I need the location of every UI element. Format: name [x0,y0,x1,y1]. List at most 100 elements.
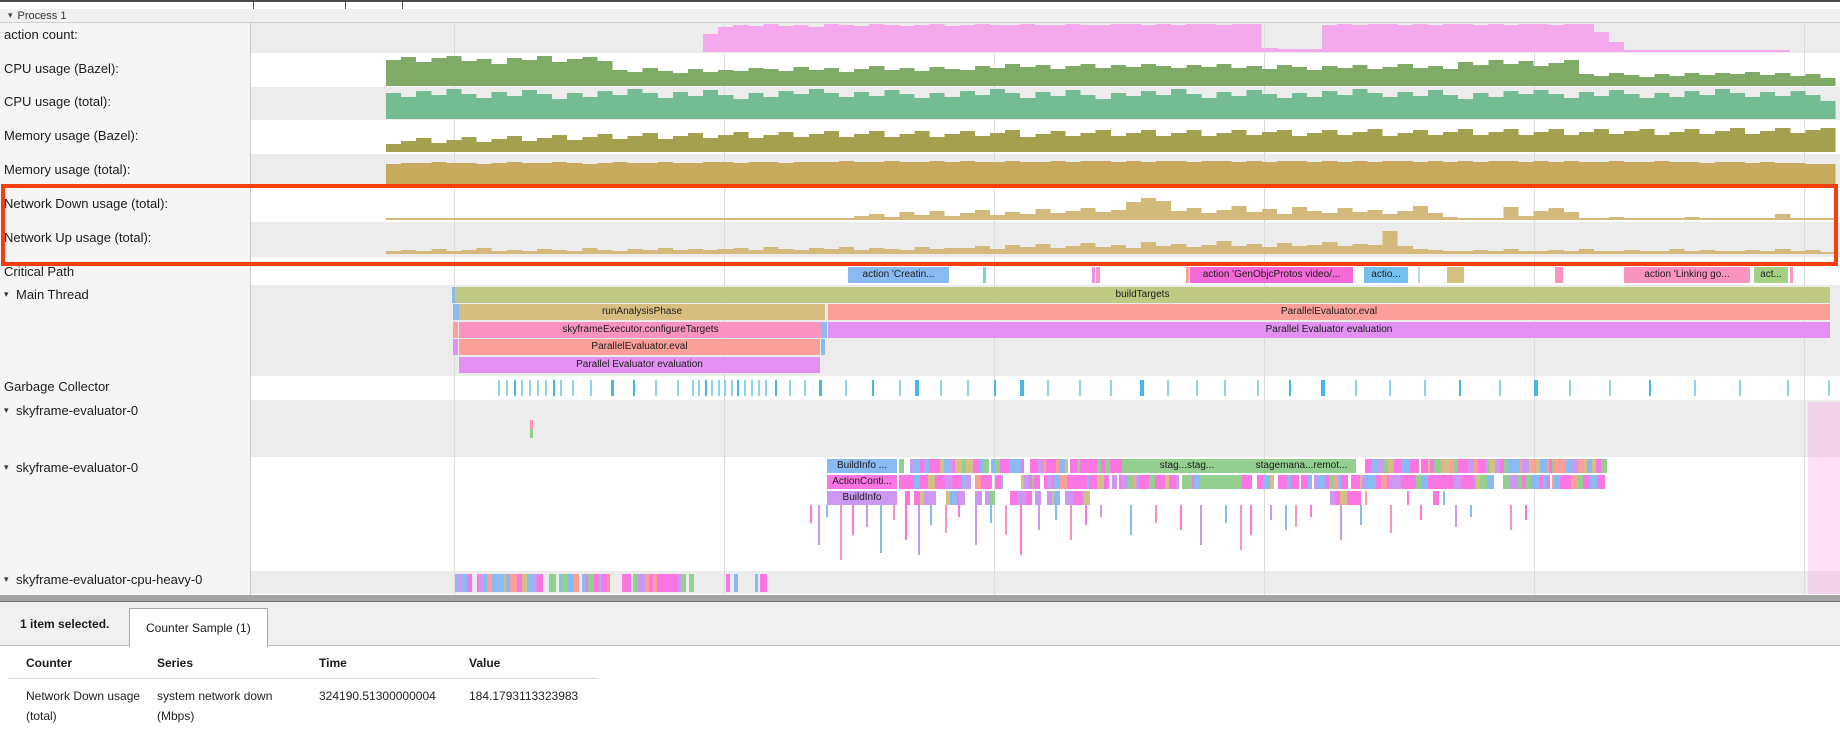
trace-slice[interactable] [987,475,992,489]
trace-slice[interactable] [1037,459,1044,473]
trace-slice[interactable] [1340,505,1342,540]
gc-slice[interactable] [698,380,700,396]
trace-slice[interactable] [1480,475,1487,489]
trace-slice[interactable] [453,322,458,338]
trace-slice[interactable] [983,459,989,473]
trace-slice[interactable] [1394,475,1401,489]
gc-slice[interactable] [560,380,562,396]
trace-slice[interactable] [1454,475,1461,489]
trace-slice[interactable] [1005,505,1007,535]
trace-slice[interactable] [930,491,936,505]
trace-slice[interactable] [1096,267,1100,283]
trace-slice[interactable] [1295,505,1297,527]
trace-slice[interactable] [1249,475,1252,489]
trace-slice[interactable] [1035,491,1041,505]
trace-slice[interactable] [1065,459,1068,473]
gc-slice[interactable] [1534,380,1538,396]
gc-slice[interactable] [872,380,874,396]
collapse-arrow-icon[interactable]: ▾ [4,574,16,585]
trace-slice[interactable] [1583,475,1590,489]
trace-slice[interactable] [1297,475,1299,489]
gc-slice[interactable] [967,380,969,396]
trace-slice[interactable] [840,505,842,560]
gc-slice[interactable] [718,380,720,396]
trace-slice[interactable]: Parallel Evaluator evaluation [459,357,820,373]
gc-slice[interactable] [1459,380,1461,396]
trace-slice[interactable] [1200,475,1242,489]
gc-slice[interactable] [1289,380,1291,396]
trace-slice[interactable] [671,574,678,592]
gc-slice[interactable] [1739,380,1741,396]
gc-slice[interactable] [705,380,707,396]
trace-slice[interactable] [726,574,730,592]
trace-slice[interactable] [945,475,952,489]
trace-slice[interactable] [959,491,965,505]
gc-slice[interactable] [765,380,767,396]
trace-slice[interactable] [1240,505,1242,550]
gc-slice[interactable] [758,380,760,396]
trace-slice[interactable] [866,505,868,527]
trace-slice[interactable]: ActionConti... [827,475,897,489]
trace-slice[interactable] [1250,505,1252,535]
trace-slice[interactable] [453,339,458,355]
gc-slice[interactable] [1224,380,1226,396]
trace-slice[interactable] [1351,475,1358,489]
gc-slice[interactable] [677,380,679,396]
trace-slice[interactable] [899,459,904,473]
gc-slice[interactable] [737,380,739,396]
trace-slice[interactable] [905,505,907,540]
trace-slice[interactable]: stagemana...remot... [1247,459,1356,473]
trace-slice[interactable] [1555,267,1563,283]
trace-slice[interactable] [1510,505,1512,530]
counter-chart-mem_bazel[interactable] [386,128,1836,152]
trace-slice[interactable] [821,339,825,355]
trace-slice[interactable] [973,459,980,473]
trace-slice[interactable] [755,574,758,592]
gc-slice[interactable] [1355,380,1357,396]
trace-slice[interactable] [1369,475,1376,489]
trace-slice[interactable] [1318,475,1325,489]
trace-slice[interactable] [510,574,517,592]
sidebar-item-skyframe-evaluator-0[interactable]: ▾skyframe-evaluator-0 [4,460,138,475]
trace-slice[interactable] [990,491,995,505]
trace-slice[interactable] [1285,505,1287,530]
gc-slice[interactable] [692,380,694,396]
trace-slice[interactable] [1371,459,1378,473]
collapse-arrow-icon[interactable]: ▾ [4,405,16,416]
trace-slice[interactable] [966,459,973,473]
trace-slice[interactable] [983,267,986,283]
trace-slice[interactable] [530,429,533,438]
trace-slice[interactable]: skyframeExecutor.configureTargets [459,322,822,338]
trace-slice[interactable] [990,505,992,523]
trace-slice[interactable] [1522,459,1529,473]
trace-slice[interactable] [1085,505,1087,525]
counter-chart-net_down[interactable] [386,198,1836,220]
trace-slice[interactable] [1790,267,1793,283]
gc-slice[interactable] [529,380,531,396]
trace-slice[interactable] [880,505,882,553]
trace-slice[interactable] [1176,475,1179,489]
trace-slice[interactable] [918,505,920,555]
trace-slice[interactable] [852,505,854,535]
process-header[interactable]: ▾ Process 1 [0,9,1840,23]
gc-slice[interactable] [915,380,919,396]
gc-slice[interactable] [1649,380,1651,396]
trace-slice[interactable] [1407,491,1409,505]
trace-slice[interactable] [1310,505,1312,517]
trace-slice[interactable] [1421,459,1428,473]
trace-slice[interactable] [1225,505,1227,523]
trace-slice[interactable] [1010,491,1017,505]
trace-slice[interactable] [966,475,971,489]
trace-slice[interactable] [1564,475,1571,489]
trace-slice[interactable] [1441,475,1448,489]
trace-slice[interactable] [1180,505,1182,530]
tab-counter-sample[interactable]: Counter Sample (1) [129,608,268,647]
trace-slice[interactable] [689,574,694,592]
trace-slice[interactable] [467,574,472,592]
gc-slice[interactable] [1047,380,1049,396]
gc-slice[interactable] [1257,380,1259,396]
trace-slice[interactable] [1487,475,1494,489]
gc-slice[interactable] [1609,380,1611,396]
gc-slice[interactable] [1196,380,1198,396]
gc-slice[interactable] [724,380,726,396]
